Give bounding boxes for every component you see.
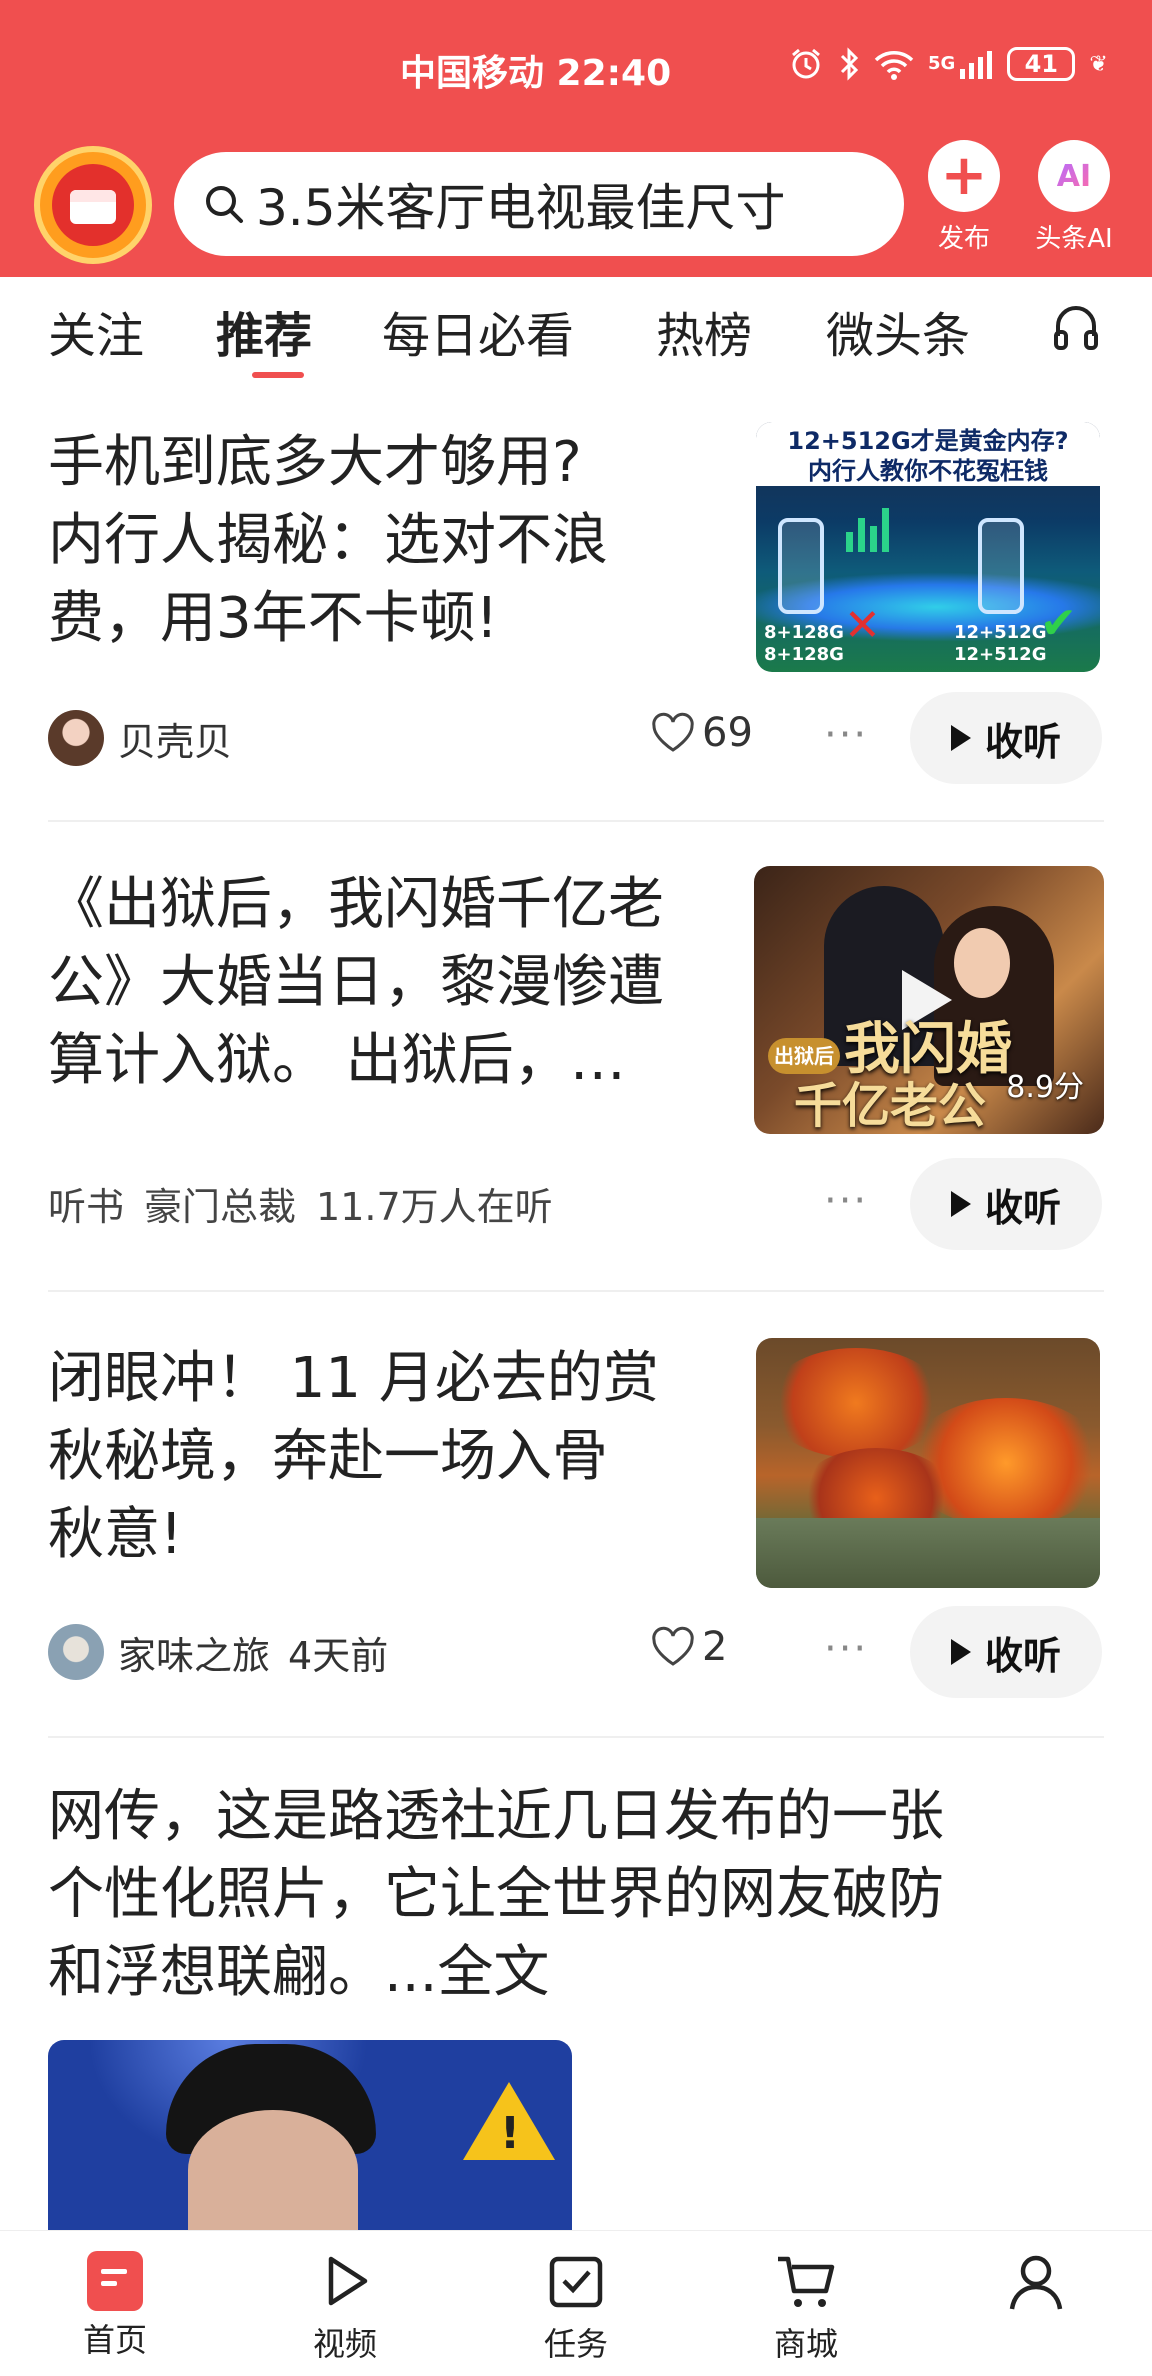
- tab-recommend[interactable]: 推荐: [216, 296, 312, 366]
- exclamation-mark: !: [500, 2108, 521, 2159]
- phone-graphic: [978, 518, 1024, 614]
- listen-button[interactable]: 收听: [910, 1606, 1102, 1698]
- video-icon: [328, 2256, 368, 2306]
- avatar[interactable]: [48, 710, 104, 766]
- publish-time: 4天前: [288, 1633, 389, 1678]
- headphone-icon[interactable]: [1052, 302, 1100, 352]
- power-saving-icon: ❦: [1089, 51, 1108, 77]
- check-icon: ✔: [1040, 598, 1077, 649]
- divider: [48, 820, 1104, 822]
- like-count: 2: [702, 1624, 728, 1670]
- article-title[interactable]: 闭眼冲！ 11 月必去的赏 秋秘境，奔赴一场入骨 秋意!: [48, 1340, 659, 1574]
- ground: [756, 1518, 1100, 1588]
- author-name[interactable]: 贝壳贝: [118, 711, 232, 766]
- more-options[interactable]: ···: [824, 1178, 868, 1224]
- chart-bar: [846, 532, 853, 552]
- cover-face: [954, 928, 1010, 998]
- task-icon: [549, 2256, 603, 2308]
- listen-button[interactable]: 收听: [910, 692, 1102, 784]
- network-type: 5G: [928, 53, 956, 74]
- signal-icon: [960, 51, 993, 79]
- category-tag[interactable]: 听书: [48, 1176, 124, 1231]
- more-options[interactable]: ···: [824, 712, 868, 758]
- tab-micro-headlines[interactable]: 微头条: [826, 296, 970, 366]
- nav-tasks[interactable]: 任务: [516, 2251, 636, 2365]
- audiobook-cover[interactable]: 出狱后 我闪婚 千亿老公 8.9分: [754, 866, 1104, 1134]
- cover-title: 千亿老公: [794, 1078, 987, 1134]
- article-thumbnail[interactable]: 12+512G才是黄金内存? 内行人教你不花冤枉钱 8+128G 8+128G …: [756, 422, 1100, 672]
- duration-label: 8.9分: [1006, 1070, 1084, 1105]
- channel-tabs: 关注 推荐 每日必看 热榜 微头条: [0, 282, 1152, 382]
- search-query: 3.5米客厅电视最佳尺寸: [256, 179, 786, 237]
- post-image[interactable]: !: [48, 2040, 572, 2230]
- article-meta: 家味之旅 4天前: [48, 1624, 388, 1680]
- like-button[interactable]: 69: [650, 710, 753, 756]
- chart-bar: [870, 526, 877, 552]
- play-icon: [950, 1191, 971, 1217]
- active-tab-indicator: [252, 372, 304, 378]
- more-options[interactable]: ···: [824, 1626, 868, 1672]
- publish-label: 发布: [937, 224, 990, 254]
- app-logo[interactable]: [34, 146, 152, 264]
- spec-label: 8+128G 8+128G: [764, 622, 844, 665]
- portrait-face: [188, 2110, 358, 2230]
- top-header: 中国移动 22:40 5G 41 ❦ 3.5米客厅电视最佳尺寸 + 发布 AI …: [0, 0, 1152, 277]
- avatar[interactable]: [48, 1624, 104, 1680]
- status-icons: 5G 41 ❦: [788, 46, 1108, 82]
- phone-graphic: [778, 518, 824, 614]
- heart-icon: [652, 1626, 694, 1666]
- divider: [48, 1736, 1104, 1738]
- spec-label: 12+512G 12+512G: [954, 622, 1047, 665]
- like-count: 69: [702, 710, 753, 756]
- search-icon: [206, 186, 243, 223]
- play-icon: [950, 725, 971, 751]
- chart-bar: [882, 508, 889, 552]
- wifi-icon: [874, 51, 914, 80]
- listener-count: 11.7万人在听: [316, 1185, 553, 1229]
- divider: [48, 1290, 1104, 1292]
- bottom-navigation: 首页 视频 任务 商城: [0, 2230, 1152, 2376]
- tab-hot[interactable]: 热榜: [656, 296, 752, 366]
- ai-icon: AI: [1038, 140, 1110, 212]
- nav-home[interactable]: 首页: [55, 2251, 175, 2361]
- article-title[interactable]: 手机到底多大才够用? 内行人揭秘：选对不浪 费，用3年不卡顿!: [48, 424, 608, 658]
- publish-button[interactable]: + 发布: [916, 140, 1012, 255]
- article-thumbnail[interactable]: [756, 1338, 1100, 1588]
- listen-button[interactable]: 收听: [910, 1158, 1102, 1250]
- like-button[interactable]: 2: [650, 1624, 727, 1670]
- alarm-icon: [792, 48, 820, 79]
- ai-label: 头条AI: [1035, 224, 1113, 254]
- search-bar[interactable]: 3.5米客厅电视最佳尺寸: [174, 152, 904, 256]
- audiobook-title[interactable]: 《出狱后，我闪婚千亿老 公》大婚当日，黎漫惨遭 算计入狱。 出狱后，…: [48, 866, 664, 1100]
- heart-icon: [652, 712, 694, 752]
- post-text[interactable]: 网传，这是路透社近几日发布的一张 个性化照片，它让全世界的网友破防 和浮想联翩。…: [48, 1778, 944, 2012]
- battery-indicator: 41: [1007, 47, 1076, 81]
- cross-icon: ✕: [844, 600, 881, 651]
- nav-video[interactable]: 视频: [285, 2251, 405, 2365]
- author-name[interactable]: 家味之旅: [118, 1625, 270, 1680]
- bluetooth-icon: [840, 47, 859, 81]
- plus-icon: +: [928, 140, 1000, 212]
- home-icon: [87, 2251, 143, 2311]
- thumbnail-caption: 12+512G才是黄金内存? 内行人教你不花冤枉钱: [756, 422, 1100, 486]
- carrier-time: 中国移动 22:40: [400, 53, 672, 94]
- nav-profile[interactable]: [976, 2251, 1096, 2321]
- tab-daily[interactable]: 每日必看: [382, 296, 574, 366]
- cart-icon: [778, 2256, 835, 2307]
- nav-mall[interactable]: 商城: [746, 2251, 866, 2365]
- status-bar: 中国移动 22:40 5G 41 ❦: [0, 0, 1152, 130]
- article-meta: 听书 豪门总裁 11.7万人在听: [48, 1176, 553, 1231]
- article-meta: 贝壳贝: [48, 710, 232, 766]
- tab-follow[interactable]: 关注: [48, 296, 144, 366]
- genre-tag[interactable]: 豪门总裁: [144, 1176, 296, 1231]
- profile-icon: [1009, 2255, 1063, 2310]
- ai-assistant-button[interactable]: AI 头条AI: [1026, 140, 1122, 255]
- red-envelope-icon: [52, 164, 134, 246]
- chart-bar: [858, 518, 865, 552]
- play-icon: [950, 1639, 971, 1665]
